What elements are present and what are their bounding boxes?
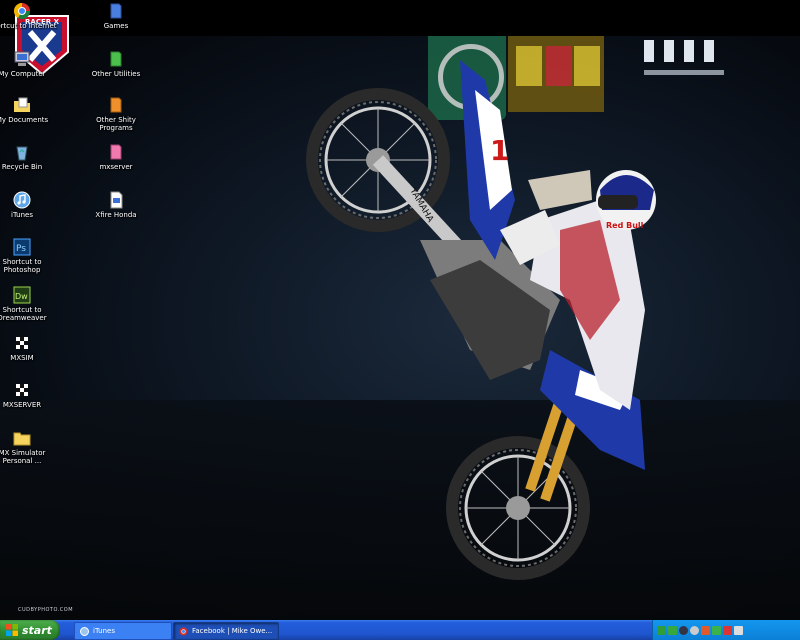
start-label: start	[22, 623, 52, 637]
desktop-icon-mxsim[interactable]: MXSIM	[0, 334, 58, 362]
taskbar-item-itunes[interactable]: iTunes	[74, 622, 172, 640]
desktop-icon-dreamweaver[interactable]: Dw Shortcut to Dreamweaver	[0, 286, 58, 322]
checkered-flag-icon	[16, 337, 28, 349]
desktop-icon-photoshop[interactable]: Ps Shortcut to Photoshop	[0, 238, 58, 274]
desktop-icon-mxserver-folder[interactable]: mxserver	[80, 143, 152, 171]
steam-icon[interactable]	[679, 625, 688, 635]
helmet-sponsor: Red Bull	[606, 221, 644, 230]
shield-icon[interactable]	[712, 625, 721, 635]
documents-icon	[14, 97, 30, 112]
itunes-icon	[13, 191, 31, 209]
desktop-icon-itunes[interactable]: iTunes	[0, 191, 58, 219]
xfire-icon[interactable]	[701, 625, 710, 635]
desktop-icon-other-utilities[interactable]: Other Utilities	[80, 50, 152, 78]
gear-icon[interactable]	[690, 625, 699, 635]
dreamweaver-icon: Dw	[13, 286, 31, 304]
folder-icon	[13, 432, 31, 446]
front-wheel	[446, 436, 590, 580]
desktop-wallpaper: 1 YAMAHA 1 Red Bull RACER X CUDBYPHOTO.C…	[0, 0, 800, 620]
svg-text:Dw: Dw	[15, 292, 28, 301]
folder-blue-icon	[110, 3, 122, 19]
folder-green-icon	[110, 51, 122, 67]
checkered-flag-icon	[16, 384, 28, 396]
desktop-icon-other-shity-programs[interactable]: Other Shity Programs	[80, 96, 152, 132]
start-button[interactable]: start	[0, 620, 60, 640]
file-icon	[110, 191, 123, 209]
svg-text:Ps: Ps	[16, 244, 26, 254]
photoshop-icon: Ps	[13, 238, 31, 256]
desktop-icon-my-documents[interactable]: My Documents	[0, 96, 58, 124]
desktop-icon-mx-simulator-personal[interactable]: MX Simulator Personal ...	[0, 429, 58, 465]
chrome-icon	[179, 627, 188, 635]
desktop-icon-my-computer[interactable]: My Computer	[0, 50, 58, 78]
task-label: Facebook | Mike Owe...	[192, 627, 273, 635]
motocross-rider-image: 1 YAMAHA 1 Red Bull	[306, 60, 656, 580]
chat-icon[interactable]	[668, 625, 677, 635]
photo-credit: CUDBYPHOTO.COM	[18, 607, 74, 613]
taskbar: start iTunes Facebook | Mike Owe...	[0, 620, 800, 640]
computer-icon	[14, 51, 30, 66]
speaker-icon[interactable]	[734, 625, 743, 635]
windows-flag-icon	[6, 624, 18, 636]
task-label: iTunes	[93, 627, 115, 635]
chrome-icon	[13, 3, 31, 20]
itunes-icon	[80, 626, 89, 636]
desktop-icon-recycle-bin[interactable]: Recycle Bin	[0, 143, 58, 171]
security-icon[interactable]	[723, 625, 732, 635]
desktop-icon-internet[interactable]: Shortcut to Internet	[0, 2, 58, 30]
folder-orange-icon	[110, 97, 122, 113]
network-icon[interactable]	[657, 625, 666, 635]
desktop-icon-games[interactable]: Games	[80, 2, 152, 30]
desktop-icon-xfire-honda[interactable]: Xfire Honda	[80, 191, 152, 219]
taskbar-item-facebook[interactable]: Facebook | Mike Owe...	[173, 622, 279, 640]
system-tray	[652, 620, 800, 640]
helmet: Red Bull	[596, 170, 656, 230]
rear-number-plate: 1	[490, 134, 509, 167]
folder-pink-icon	[110, 144, 122, 160]
desktop-icon-mxserver[interactable]: MXSERVER	[0, 381, 58, 409]
recycle-bin-icon	[16, 146, 28, 161]
